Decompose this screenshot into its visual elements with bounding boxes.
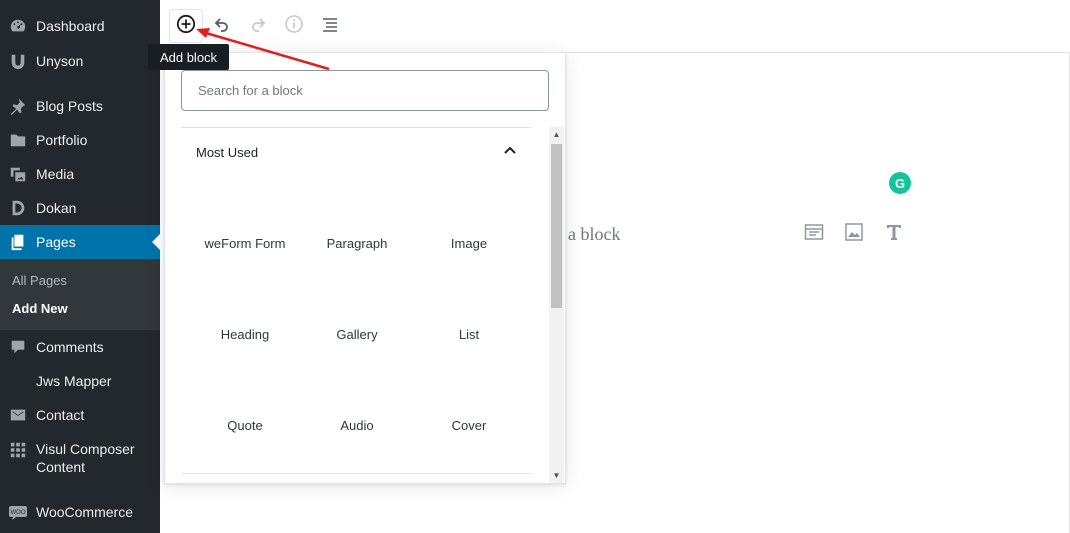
redo-button[interactable] — [241, 9, 275, 43]
svg-text:WOO: WOO — [11, 510, 26, 516]
label-line-1: Visul Composer — [36, 441, 135, 457]
media-icon — [8, 164, 28, 184]
pages-submenu: All Pages Add New — [0, 259, 160, 330]
sidebar-item-label: Jws Mapper — [36, 373, 112, 389]
redo-icon — [248, 14, 268, 39]
sidebar-item-label: Dashboard — [36, 18, 105, 34]
sidebar-item-jws-mapper[interactable]: Jws Mapper — [0, 371, 160, 391]
block-label: Gallery — [336, 326, 378, 342]
add-image-button[interactable] — [844, 222, 864, 247]
sidebar-item-label: Unyson — [36, 53, 84, 69]
undo-icon — [212, 14, 232, 39]
dokan-icon — [8, 198, 28, 218]
list-outline-icon — [320, 14, 340, 39]
block-heading[interactable]: Heading — [189, 304, 301, 364]
block-search-input[interactable] — [181, 70, 549, 111]
chevron-up-icon[interactable] — [501, 141, 519, 159]
block-image[interactable]: Image — [413, 213, 525, 273]
sidebar-item-unyson[interactable]: Unyson — [0, 51, 160, 71]
comment-icon — [8, 337, 28, 357]
add-block-tooltip: Add block — [148, 44, 229, 70]
block-cover[interactable]: Cover — [413, 395, 525, 455]
block-label: Paragraph — [326, 235, 388, 251]
dashboard-icon — [8, 16, 28, 36]
info-button[interactable] — [277, 9, 311, 43]
block-label: Heading — [220, 326, 270, 342]
sidebar-item-pages[interactable]: Pages — [0, 225, 160, 259]
sidebar-item-label: Visul Composer Content — [36, 440, 135, 476]
sidebar-item-dokan[interactable]: Dokan — [0, 198, 160, 218]
grid-icon — [8, 440, 28, 460]
unyson-icon — [8, 51, 28, 71]
sidebar-item-comments[interactable]: Comments — [0, 337, 160, 357]
outline-button[interactable] — [313, 9, 347, 43]
sidebar-item-label: Contact — [36, 407, 85, 423]
submenu-item-all-pages[interactable]: All Pages — [12, 273, 67, 288]
grammarly-icon[interactable]: G — [889, 172, 911, 194]
block-list[interactable]: List — [413, 304, 525, 364]
pages-icon — [8, 232, 28, 252]
block-label: weForm Form — [204, 235, 286, 251]
divider — [181, 127, 532, 128]
add-text-button[interactable] — [884, 224, 904, 244]
block-placeholder-text[interactable]: a block — [568, 224, 620, 245]
woo-icon: WOO — [8, 502, 28, 522]
blank-icon — [8, 371, 28, 391]
sidebar-item-label: Blog Posts — [36, 98, 103, 114]
folder-icon — [8, 130, 28, 150]
add-layout-button[interactable] — [804, 223, 824, 246]
mail-icon — [8, 405, 28, 425]
info-icon — [284, 14, 304, 39]
block-label: List — [458, 326, 480, 342]
plus-circle-icon — [176, 14, 196, 39]
sidebar-item-label: Portfolio — [36, 132, 88, 148]
label-line-2: Content — [36, 459, 86, 475]
undo-button[interactable] — [205, 9, 239, 43]
block-label: Audio — [340, 417, 374, 433]
sidebar-item-media[interactable]: Media — [0, 164, 160, 184]
block-paragraph[interactable]: Paragraph — [301, 213, 413, 273]
block-label: Image — [450, 235, 488, 251]
block-audio[interactable]: Audio — [301, 395, 413, 455]
sidebar-item-contact[interactable]: Contact — [0, 405, 160, 425]
scroll-up-arrow-icon[interactable]: ▲ — [549, 127, 564, 142]
sidebar-item-label: Dokan — [36, 200, 77, 216]
inserter-scrollbar[interactable]: ▲ ▼ — [549, 127, 564, 483]
sidebar-item-visul-composer[interactable]: Visul Composer Content — [0, 440, 160, 476]
active-indicator — [152, 234, 160, 250]
editor-toolbar — [160, 0, 1070, 52]
submenu-item-add-new[interactable]: Add New — [12, 301, 68, 316]
add-block-button[interactable] — [169, 9, 203, 43]
block-quote[interactable]: Quote — [189, 395, 301, 455]
block-weform-form[interactable]: weForm Form — [189, 213, 301, 273]
sidebar-item-blog-posts[interactable]: Blog Posts — [0, 96, 160, 116]
sidebar-item-portfolio[interactable]: Portfolio — [0, 130, 160, 150]
panel-title: Most Used — [196, 145, 259, 160]
text-icon — [885, 223, 903, 246]
divider — [181, 473, 532, 474]
scroll-thumb[interactable] — [551, 144, 562, 308]
sidebar-item-dashboard[interactable]: Dashboard — [0, 16, 160, 36]
layout-icon — [804, 223, 824, 246]
sidebar-item-label: Media — [36, 166, 75, 182]
image-icon — [844, 222, 864, 247]
sidebar-item-label: Comments — [36, 339, 104, 355]
block-label: Quote — [227, 417, 263, 433]
sidebar-item-label: Pages — [36, 234, 76, 250]
admin-sidebar: Dashboard Unyson Blog Posts Portfolio Me… — [0, 0, 160, 533]
sidebar-item-label: WooCommerce — [36, 504, 133, 520]
block-gallery[interactable]: Gallery — [301, 304, 413, 364]
block-inserter-popover: Most Used weForm Form Paragraph Image He… — [164, 52, 566, 484]
scroll-down-arrow-icon[interactable]: ▼ — [549, 468, 564, 483]
pin-icon — [8, 96, 28, 116]
sidebar-item-woocommerce[interactable]: WOO WooCommerce — [0, 502, 160, 522]
block-label: Cover — [451, 417, 487, 433]
